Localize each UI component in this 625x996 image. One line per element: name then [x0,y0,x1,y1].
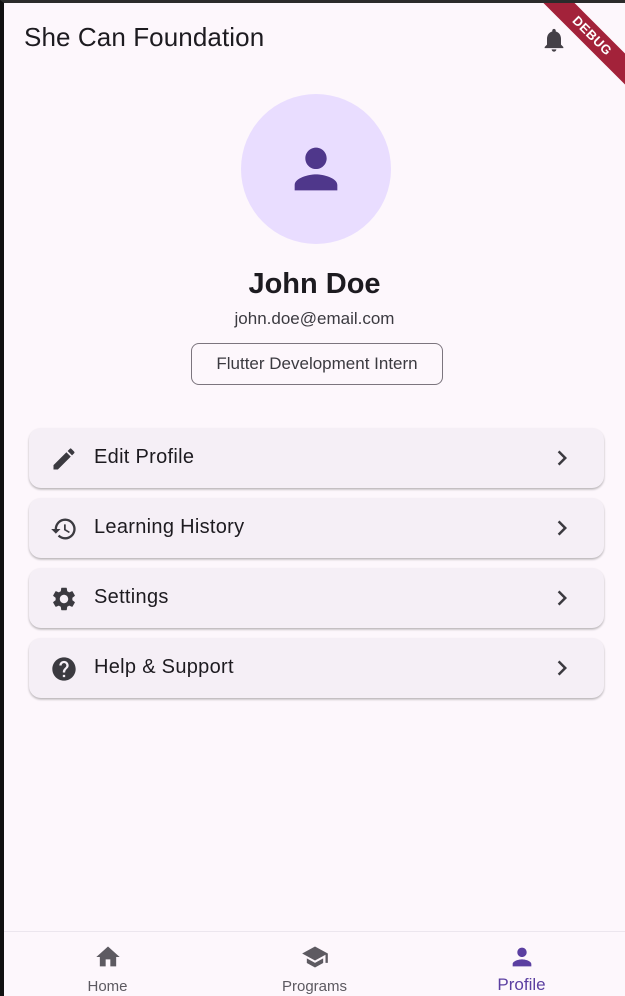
app-title: She Can Foundation [24,22,265,52]
menu-item-edit-profile[interactable]: Edit Profile [29,428,604,488]
nav-label: Profile [497,975,546,994]
help-circle-icon [50,655,78,683]
bell-icon[interactable] [540,26,568,54]
nav-item-programs[interactable]: Programs [211,932,418,996]
app-bar: She Can Foundation [4,3,625,77]
menu-item-help-support[interactable]: Help & Support [29,638,604,698]
nav-label: Programs [281,978,348,995]
menu-item-label: Learning History [94,516,245,538]
chevron-right-icon [547,443,577,473]
chevron-right-icon [547,583,577,613]
menu-item-learning-history[interactable]: Learning History [29,498,604,558]
nav-item-home[interactable]: Home [4,932,211,996]
person-icon [294,147,338,191]
home-icon [94,943,122,971]
person-icon [508,943,536,971]
chevron-right-icon [547,653,577,683]
menu-item-label: Edit Profile [94,446,195,468]
menu-item-label: Help & Support [94,656,234,678]
app-screen: She Can Foundation DEBUG John Doe john.d… [0,0,625,996]
bottom-navigation: Home Programs Profile [4,931,625,996]
profile-menu: Edit Profile Learning History Settings H… [29,428,604,708]
graduation-cap-icon [301,943,329,971]
pencil-icon [50,445,78,473]
profile-name: John Doe [248,268,381,300]
menu-item-label: Settings [94,586,169,608]
role-chip: Flutter Development Intern [191,343,443,385]
menu-item-settings[interactable]: Settings [29,568,604,628]
gear-icon [50,585,78,613]
nav-item-profile[interactable]: Profile [418,932,625,996]
chevron-right-icon [547,513,577,543]
avatar [241,94,391,244]
profile-email: john.doe@email.com [234,309,395,328]
nav-label: Home [87,978,128,995]
history-icon [50,515,78,543]
